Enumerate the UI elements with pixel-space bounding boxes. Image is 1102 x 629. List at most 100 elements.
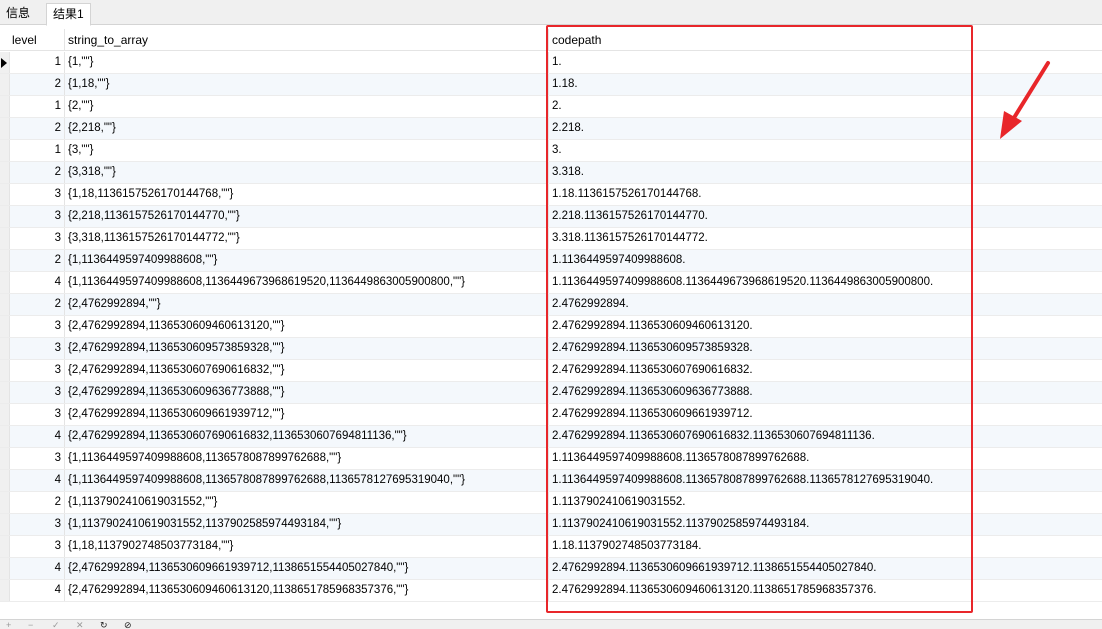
table-row[interactable]: 3 {2,4762992894,1136530609460613120,""} 2.… <box>0 316 1102 338</box>
row-indicator[interactable] <box>0 74 10 95</box>
table-row[interactable]: 3 {2,4762992894,1136530609573859328,""} 2.… <box>0 338 1102 360</box>
cell-codepath[interactable]: 2. <box>549 96 1102 117</box>
table-row[interactable]: 1 {2,""} 2. <box>0 96 1102 118</box>
stop-icon[interactable]: ⊘ <box>124 621 132 629</box>
cell-codepath[interactable]: 3.318.1136157526170144772. <box>549 228 1102 249</box>
row-indicator[interactable] <box>0 184 10 205</box>
tab-info[interactable]: 信息 <box>0 3 36 25</box>
row-indicator[interactable] <box>0 316 10 337</box>
cell-codepath[interactable]: 1.1137902410619031552.113790258597449318… <box>549 514 1102 535</box>
table-row[interactable]: 2 {1,1137902410619031552,""} 1.11379024106… <box>0 492 1102 514</box>
cell-string-to-array[interactable]: {2,4762992894,1136530609573859328,""} <box>65 338 549 359</box>
table-row[interactable]: 3 {3,318,1136157526170144772,""} 3.318.113… <box>0 228 1102 250</box>
cell-codepath[interactable]: 2.4762992894.1136530609636773888. <box>549 382 1102 403</box>
row-indicator[interactable] <box>0 272 10 293</box>
add-row-icon[interactable]: + <box>6 621 11 629</box>
cell-string-to-array[interactable]: {1,1137902410619031552,11379025859744931… <box>65 514 549 535</box>
table-row[interactable]: 4 {1,1136449597409988608,1136449673968619… <box>0 272 1102 294</box>
cell-level[interactable]: 3 <box>10 382 65 403</box>
cell-string-to-array[interactable]: {2,4762992894,1136530609460613120,""} <box>65 316 549 337</box>
cell-string-to-array[interactable]: {2,4762992894,""} <box>65 294 549 315</box>
cell-codepath[interactable]: 2.4762992894.1136530607690616832.1136530… <box>549 426 1102 447</box>
cell-codepath[interactable]: 2.4762992894.1136530609661939712. <box>549 404 1102 425</box>
row-indicator[interactable] <box>0 338 10 359</box>
row-indicator[interactable] <box>0 360 10 381</box>
cell-codepath[interactable]: 1.18.1137902748503773184. <box>549 536 1102 557</box>
row-indicator[interactable] <box>0 382 10 403</box>
table-row[interactable]: 4 {2,4762992894,1136530609460613120,11386… <box>0 580 1102 602</box>
cell-codepath[interactable]: 2.4762992894.1136530609661939712.1138651… <box>549 558 1102 579</box>
cell-level[interactable]: 3 <box>10 316 65 337</box>
row-indicator[interactable] <box>0 448 10 469</box>
delete-row-icon[interactable]: − <box>28 621 33 629</box>
row-indicator[interactable] <box>0 580 10 601</box>
cell-level[interactable]: 3 <box>10 184 65 205</box>
row-indicator[interactable] <box>0 228 10 249</box>
row-indicator[interactable] <box>0 404 10 425</box>
tab-result-1[interactable]: 结果1 <box>46 3 91 26</box>
cell-level[interactable]: 4 <box>10 558 65 579</box>
cell-string-to-array[interactable]: {2,4762992894,1136530609661939712,113865… <box>65 558 549 579</box>
table-row[interactable]: 2 {2,218,""} 2.218. <box>0 118 1102 140</box>
table-row[interactable]: 4 {1,1136449597409988608,1136578087899762… <box>0 470 1102 492</box>
cell-codepath[interactable]: 1.18. <box>549 74 1102 95</box>
cell-string-to-array[interactable]: {1,1136449597409988608,11364496739686195… <box>65 272 549 293</box>
column-header-string-to-array[interactable]: string_to_array <box>65 29 549 51</box>
row-indicator[interactable] <box>0 52 10 73</box>
cell-codepath[interactable]: 1.1136449597409988608.113644967396861952… <box>549 272 1102 293</box>
cell-string-to-array[interactable]: {1,1136449597409988608,11365780878997626… <box>65 448 549 469</box>
cell-codepath[interactable]: 2.218.1136157526170144770. <box>549 206 1102 227</box>
table-row[interactable]: 3 {2,4762992894,1136530609636773888,""} 2.… <box>0 382 1102 404</box>
column-header-level[interactable]: level <box>10 29 65 51</box>
cell-codepath[interactable]: 1.18.1136157526170144768. <box>549 184 1102 205</box>
discard-changes-icon[interactable]: ✕ <box>76 621 84 629</box>
cell-codepath[interactable]: 3. <box>549 140 1102 161</box>
table-row[interactable]: 3 {1,18,1137902748503773184,""} 1.18.11379… <box>0 536 1102 558</box>
cell-string-to-array[interactable]: {2,""} <box>65 96 549 117</box>
cell-string-to-array[interactable]: {2,4762992894,1136530609661939712,""} <box>65 404 549 425</box>
row-indicator[interactable] <box>0 558 10 579</box>
table-row[interactable]: 3 {2,218,1136157526170144770,""} 2.218.113… <box>0 206 1102 228</box>
cell-string-to-array[interactable]: {3,""} <box>65 140 549 161</box>
table-row[interactable]: 4 {2,4762992894,1136530607690616832,11365… <box>0 426 1102 448</box>
table-row[interactable]: 4 {2,4762992894,1136530609661939712,11386… <box>0 558 1102 580</box>
table-row[interactable]: 3 {1,1136449597409988608,1136578087899762… <box>0 448 1102 470</box>
table-row[interactable]: 3 {1,18,1136157526170144768,""} 1.18.11361… <box>0 184 1102 206</box>
cell-string-to-array[interactable]: {1,18,""} <box>65 74 549 95</box>
cell-string-to-array[interactable]: {1,""} <box>65 52 549 73</box>
cell-string-to-array[interactable]: {1,1137902410619031552,""} <box>65 492 549 513</box>
cell-level[interactable]: 2 <box>10 294 65 315</box>
cell-level[interactable]: 1 <box>10 52 65 73</box>
cell-level[interactable]: 3 <box>10 206 65 227</box>
cell-string-to-array[interactable]: {1,1136449597409988608,11365780878997626… <box>65 470 549 491</box>
cell-level[interactable]: 4 <box>10 426 65 447</box>
cell-codepath[interactable]: 2.4762992894.1136530609460613120.1138651… <box>549 580 1102 601</box>
cell-level[interactable]: 3 <box>10 228 65 249</box>
cell-codepath[interactable]: 1.1136449597409988608. <box>549 250 1102 271</box>
row-indicator[interactable] <box>0 118 10 139</box>
cell-string-to-array[interactable]: {1,18,1136157526170144768,""} <box>65 184 549 205</box>
cell-string-to-array[interactable]: {1,18,1137902748503773184,""} <box>65 536 549 557</box>
cell-codepath[interactable]: 2.4762992894.1136530609460613120. <box>549 316 1102 337</box>
row-indicator[interactable] <box>0 206 10 227</box>
refresh-icon[interactable]: ↻ <box>100 621 108 629</box>
cell-level[interactable]: 3 <box>10 360 65 381</box>
cell-codepath[interactable]: 2.4762992894.1136530609573859328. <box>549 338 1102 359</box>
cell-level[interactable]: 2 <box>10 250 65 271</box>
cell-string-to-array[interactable]: {2,218,""} <box>65 118 549 139</box>
row-indicator[interactable] <box>0 536 10 557</box>
row-indicator[interactable] <box>0 250 10 271</box>
table-row[interactable]: 3 {1,1137902410619031552,1137902585974493… <box>0 514 1102 536</box>
cell-level[interactable]: 3 <box>10 404 65 425</box>
cell-codepath[interactable]: 2.218. <box>549 118 1102 139</box>
table-row[interactable]: 1 {3,""} 3. <box>0 140 1102 162</box>
cell-level[interactable]: 3 <box>10 536 65 557</box>
cell-level[interactable]: 4 <box>10 272 65 293</box>
table-row[interactable]: 3 {2,4762992894,1136530609661939712,""} 2.… <box>0 404 1102 426</box>
row-indicator[interactable] <box>0 492 10 513</box>
cell-codepath[interactable]: 1. <box>549 52 1102 73</box>
row-indicator[interactable] <box>0 470 10 491</box>
cell-level[interactable]: 3 <box>10 514 65 535</box>
cell-string-to-array[interactable]: {2,4762992894,1136530609636773888,""} <box>65 382 549 403</box>
cell-codepath[interactable]: 3.318. <box>549 162 1102 183</box>
